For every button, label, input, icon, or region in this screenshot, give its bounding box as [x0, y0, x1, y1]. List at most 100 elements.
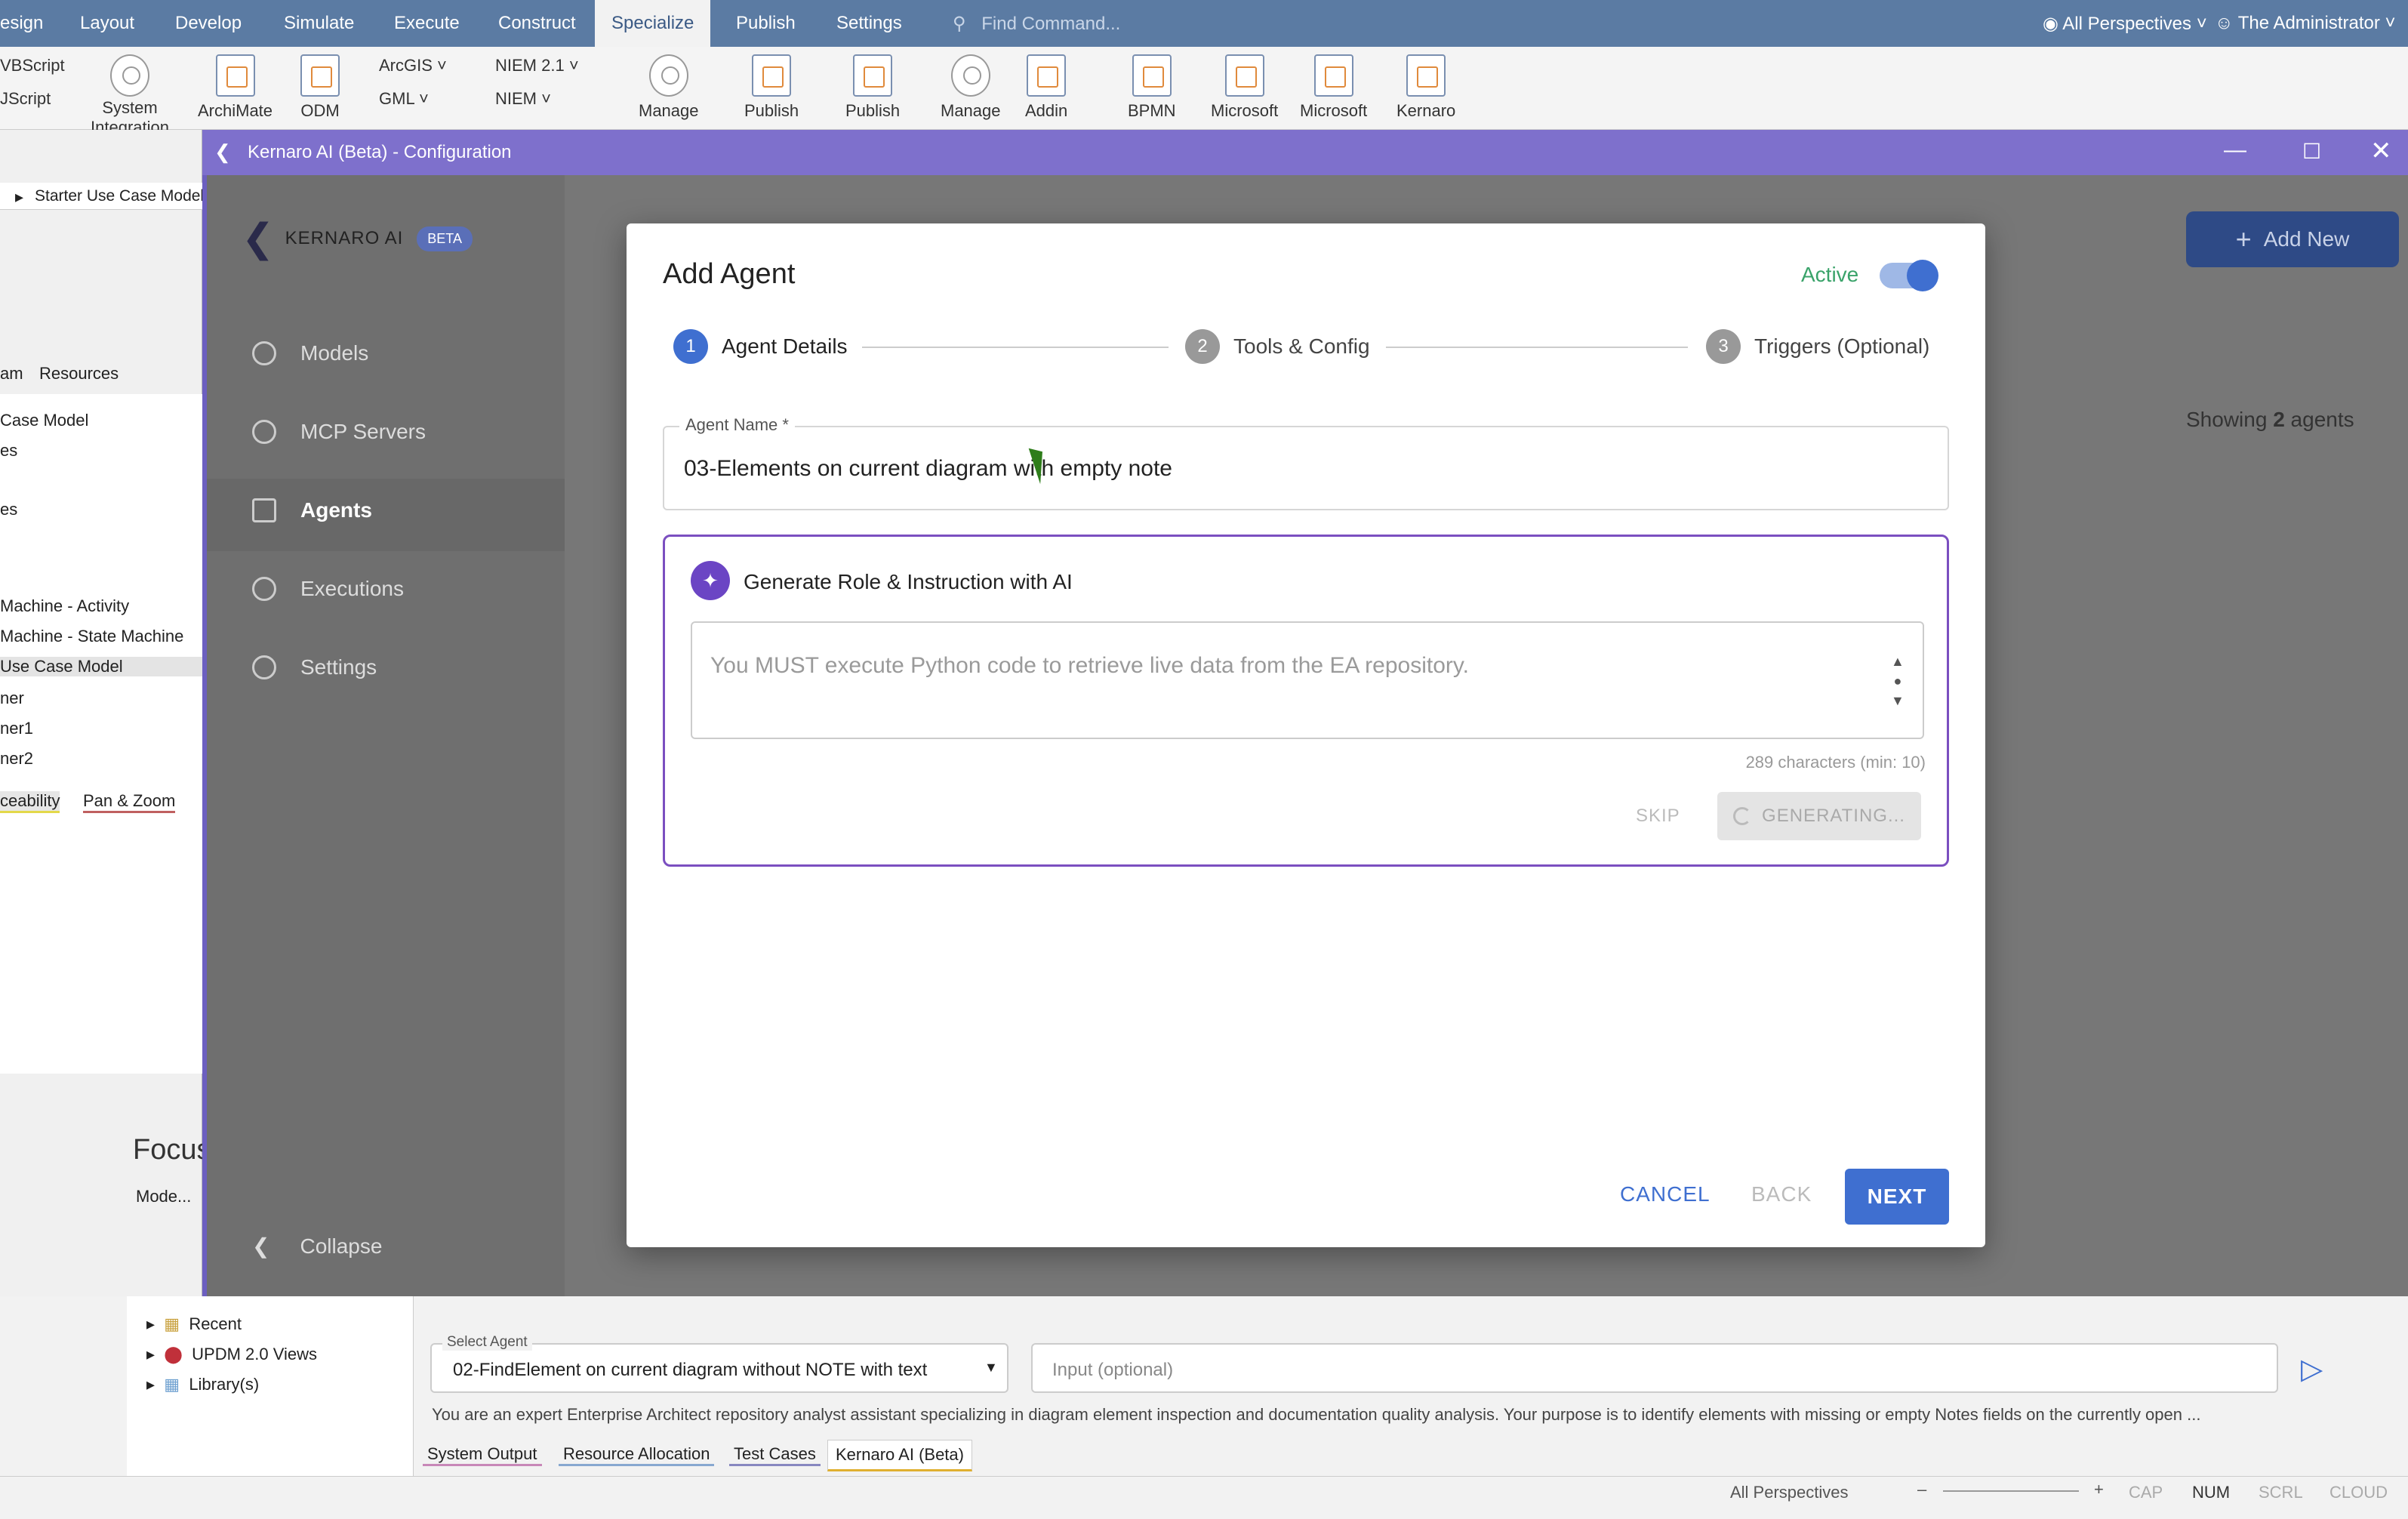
sidebar-item-models[interactable]: Models	[252, 341, 368, 365]
kernaro-button[interactable]: Kernaro	[1396, 54, 1455, 121]
generating-button[interactable]: GENERATING...	[1717, 792, 1921, 840]
gml-button[interactable]: GML ˅	[379, 89, 429, 109]
plus-icon: +	[2235, 223, 2252, 254]
eye-icon: ◉	[2043, 14, 2059, 34]
tree-item-library[interactable]: ▸ ▦ Library(s)	[146, 1375, 259, 1394]
zoom-out-icon[interactable]: –	[1917, 1480, 1926, 1499]
add-new-button[interactable]: + Add New	[2186, 211, 2399, 267]
step-agent-details: 1 Agent Details	[673, 329, 848, 364]
agent-description: You are an expert Enterprise Architect r…	[432, 1405, 2201, 1424]
cancel-button[interactable]: CANCEL	[1620, 1182, 1711, 1206]
menu-settings[interactable]: Settings	[836, 13, 902, 34]
collapse-button[interactable]: ❮ Collapse	[252, 1234, 382, 1259]
tab-resource-allocation[interactable]: Resource Allocation	[559, 1444, 715, 1466]
microsoft-button-1[interactable]: Microsoft	[1211, 54, 1278, 121]
system-integration-button[interactable]: System Integration	[85, 54, 175, 137]
select-agent-dropdown[interactable]: Select Agent 02-FindElement on current d…	[430, 1334, 1008, 1393]
tab-kernaro-ai[interactable]: Kernaro AI (Beta)	[827, 1440, 972, 1471]
sidebar-item-agents[interactable]: Agents	[252, 498, 372, 522]
back-button[interactable]: BACK	[1751, 1182, 1812, 1206]
tab-test-cases[interactable]: Test Cases	[729, 1444, 821, 1466]
publish-button-1[interactable]: Publish	[744, 54, 799, 121]
tree-item[interactable]: ner	[0, 689, 24, 708]
tree-item[interactable]: ner2	[0, 749, 33, 769]
tree-item[interactable]: Machine - State Machine	[0, 627, 183, 646]
close-icon[interactable]: ✕	[2370, 136, 2392, 166]
robot-icon	[252, 498, 276, 522]
tree-item[interactable]: es	[0, 500, 17, 519]
sidebar-item-settings[interactable]: Settings	[252, 655, 377, 679]
chevron-down-icon: ˅	[2196, 14, 2207, 34]
odm-button[interactable]: ODM	[300, 54, 340, 121]
publish-icon	[853, 54, 893, 97]
zoom-slider[interactable]	[1943, 1490, 2079, 1492]
menu-execute[interactable]: Execute	[394, 13, 460, 34]
bpmn-button[interactable]: BPMN	[1128, 54, 1176, 121]
menu-develop[interactable]: Develop	[175, 13, 242, 34]
manage-button-1[interactable]: Manage	[639, 54, 699, 121]
instruction-textarea[interactable]: You MUST execute Python code to retrieve…	[691, 621, 1924, 739]
lightbulb-icon: ⚲	[953, 14, 966, 34]
bpmn-icon	[1132, 54, 1172, 97]
menu-construct[interactable]: Construct	[498, 13, 576, 34]
find-command[interactable]: ⚲ Find Command...	[953, 13, 1120, 35]
run-icon[interactable]: ▷	[2301, 1352, 2323, 1386]
step-triggers: 3 Triggers (Optional)	[1706, 329, 1929, 364]
publish-icon	[752, 54, 792, 97]
tab-resources[interactable]: Resources	[39, 364, 119, 384]
menu-layout[interactable]: Layout	[80, 13, 134, 34]
archimate-icon	[215, 54, 255, 97]
tab-system-output[interactable]: System Output	[423, 1444, 542, 1466]
sidebar-item-mcp-servers[interactable]: MCP Servers	[252, 420, 426, 444]
active-toggle[interactable]	[1880, 260, 1938, 291]
user-menu[interactable]: ☺ The Administrator ˅	[2215, 13, 2396, 34]
tab-traceability[interactable]: ceability	[0, 791, 60, 813]
status-cloud: CLOUD	[2329, 1483, 2388, 1502]
folder-icon: ▦	[164, 1314, 180, 1333]
status-perspectives: All Perspectives	[1730, 1483, 1849, 1502]
sidebar-item-executions[interactable]: Executions	[252, 577, 404, 601]
publish-button-2[interactable]: Publish	[845, 54, 900, 121]
menu-design[interactable]: esign	[0, 13, 43, 34]
menu-simulate[interactable]: Simulate	[284, 13, 354, 34]
minimize-icon[interactable]: —	[2224, 137, 2246, 163]
zoom-in-icon[interactable]: +	[2094, 1480, 2104, 1499]
tree-item[interactable]: Case Model	[0, 411, 88, 430]
tree-item[interactable]: Use Case Model	[0, 657, 202, 676]
agent-input-field[interactable]: Input (optional)	[1031, 1343, 2278, 1393]
status-num: NUM	[2192, 1483, 2231, 1502]
addin-button[interactable]: Addin	[1025, 54, 1067, 121]
microsoft-icon	[1313, 54, 1353, 97]
resize-handle-icon[interactable]: ▲ ● ▼	[1891, 652, 1905, 710]
tree-item-updm[interactable]: ▸ ⬤ UPDM 2.0 Views	[146, 1345, 317, 1364]
tab-pan-zoom[interactable]: Pan & Zoom	[83, 791, 176, 813]
ai-generate-section: ✦ Generate Role & Instruction with AI Yo…	[663, 535, 1949, 867]
dialog-title: Add Agent	[663, 258, 796, 290]
tree-item[interactable]: es	[0, 441, 17, 461]
showing-count: Showing 2 agents	[2186, 408, 2354, 431]
maximize-icon[interactable]: ☐	[2302, 139, 2321, 164]
tree-item[interactable]: Machine - Activity	[0, 596, 129, 616]
ribbon-jscript[interactable]: JScript	[0, 89, 51, 109]
spinner-icon	[1733, 807, 1752, 825]
tab-diagram[interactable]: am	[0, 364, 23, 384]
niem-button[interactable]: NIEM ˅	[495, 89, 551, 109]
tree-item-recent[interactable]: ▸ ▦ Recent	[146, 1314, 242, 1334]
next-button[interactable]: NEXT	[1845, 1169, 1949, 1225]
arcgis-button[interactable]: ArcGIS ˅	[379, 56, 447, 75]
toggle-knob	[1907, 260, 1938, 291]
perspectives-menu[interactable]: ◉ All Perspectives ˅	[2043, 13, 2207, 35]
menu-specialize[interactable]: Specialize	[595, 0, 711, 47]
manage-button-2[interactable]: Manage	[941, 54, 1001, 121]
ribbon-vbscript[interactable]: VBScript	[0, 56, 65, 75]
addin-icon	[1027, 54, 1067, 97]
tree-item[interactable]: ner1	[0, 719, 33, 738]
kernaro-icon	[1406, 54, 1446, 97]
skip-button[interactable]: SKIP	[1636, 806, 1680, 827]
mode-dropdown[interactable]: Mode...	[136, 1187, 191, 1206]
agent-name-field[interactable]: Agent Name * 03-Elements on current diag…	[663, 415, 1949, 510]
archimate-button[interactable]: ArchiMate	[198, 54, 273, 121]
niem21-button[interactable]: NIEM 2.1 ˅	[495, 56, 579, 75]
microsoft-button-2[interactable]: Microsoft	[1300, 54, 1367, 121]
menu-publish[interactable]: Publish	[736, 13, 796, 34]
